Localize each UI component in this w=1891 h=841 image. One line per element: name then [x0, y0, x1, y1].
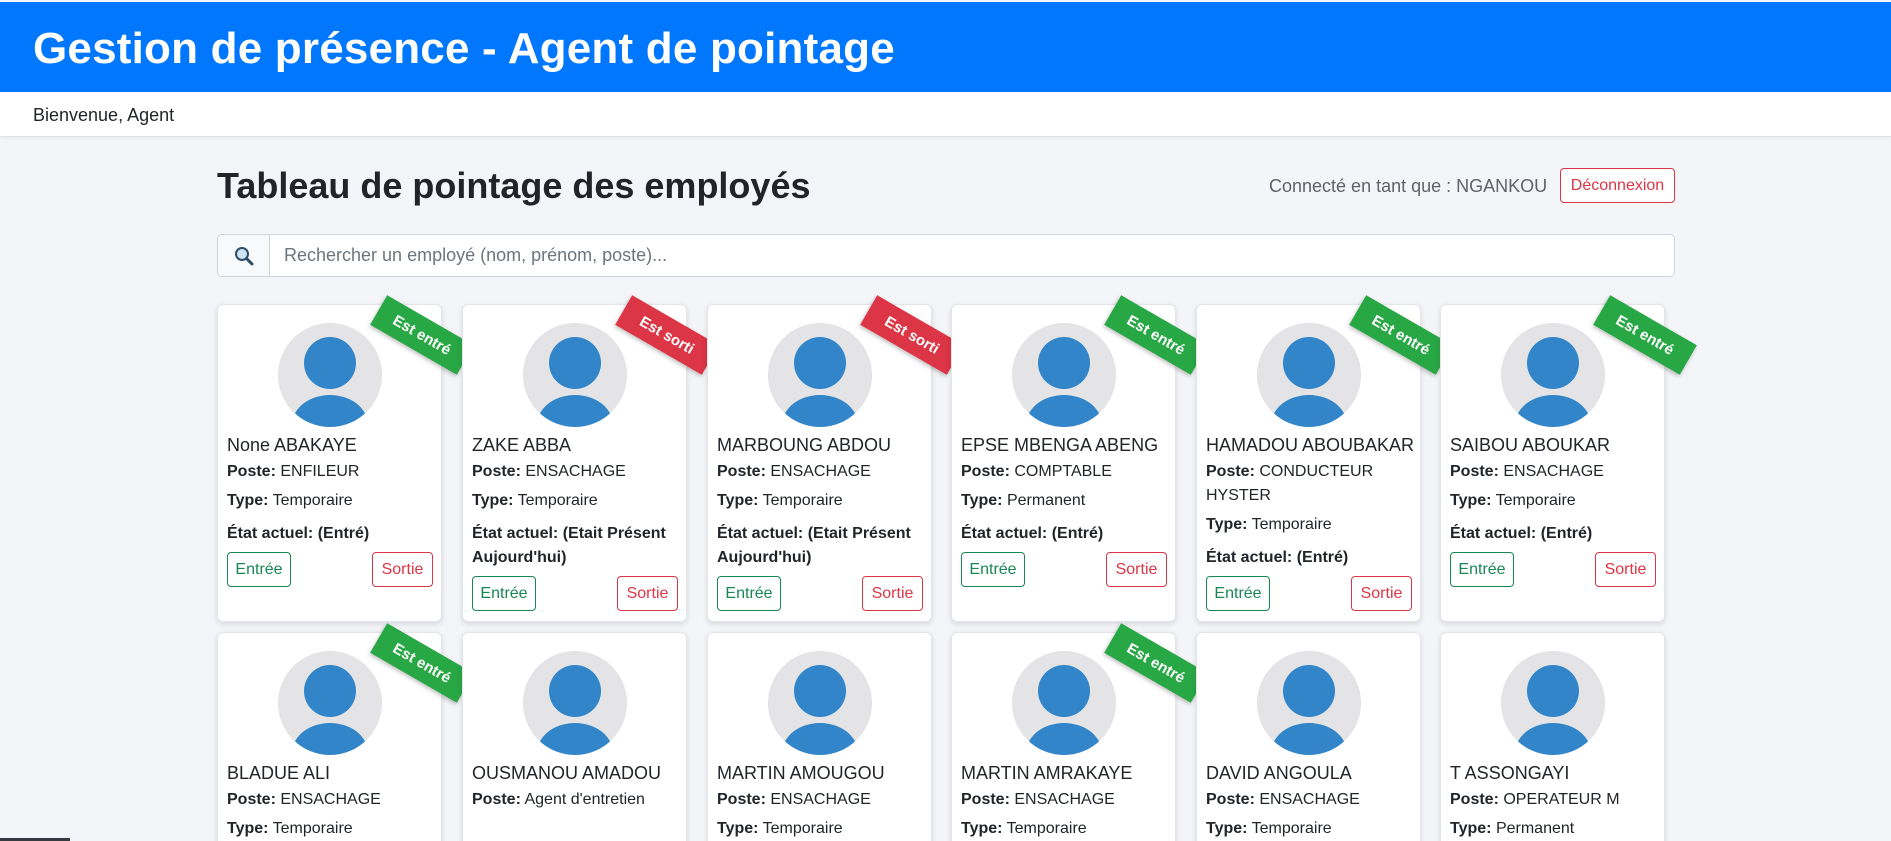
employee-poste: Poste: ENSACHAGE	[717, 463, 871, 480]
employee-poste: Poste: ENSACHAGE	[472, 463, 626, 480]
user-avatar-icon	[768, 323, 872, 427]
app-header: Gestion de présence - Agent de pointage	[0, 2, 1891, 92]
employee-type: Type: Temporaire	[227, 820, 353, 837]
employee-name: SAIBOU ABOUKAR	[1450, 435, 1611, 455]
app-title: Gestion de présence - Agent de pointage	[33, 24, 895, 73]
employee-poste: Poste: ENFILEUR	[227, 463, 360, 480]
employee-card: Est entré HAMADOU ABOUBAKAR Poste: CONDUCT…	[1196, 295, 1453, 622]
user-avatar-icon	[278, 323, 382, 427]
status-badge: Est entré	[1104, 295, 1208, 375]
employee-card: Est sorti ZAKE ABBA Poste: ENSACHAGE Type: …	[462, 295, 719, 622]
entree-button[interactable]: Entrée	[1450, 552, 1514, 587]
logout-button[interactable]: Déconnexion	[1560, 168, 1675, 203]
employee-name: ZAKE ABBA	[472, 435, 572, 455]
employee-type: Type: Temporaire	[1206, 516, 1332, 533]
employee-type: Type: Temporaire	[227, 492, 353, 509]
status-badge: Est entré	[1349, 295, 1453, 375]
employee-card: Est entré None ABAKAYE Poste: ENFILEUR Type…	[217, 295, 474, 622]
employee-poste: Poste: CONDUCTEUR HYSTER	[1206, 463, 1374, 504]
sortie-button[interactable]: Sortie	[617, 576, 678, 611]
employee-name: MARTIN AMRAKAYE	[961, 763, 1133, 783]
entree-button[interactable]: Entrée	[717, 576, 781, 611]
status-badge: Est entré	[1104, 623, 1208, 703]
user-avatar-icon	[1012, 323, 1116, 427]
employee-etat: État actuel: (Etait Présent Aujourd'hui)	[472, 525, 666, 566]
employee-card: MARTIN AMOUGOU Poste: ENSACHAGE Type: Temp…	[707, 632, 932, 841]
sortie-button[interactable]: Sortie	[1106, 552, 1167, 587]
user-avatar-icon	[278, 651, 382, 755]
employee-poste: Poste: ENSACHAGE	[1206, 791, 1360, 808]
search-icon	[218, 235, 270, 276]
employee-poste: Poste: ENSACHAGE	[227, 791, 381, 808]
user-avatar-icon	[1257, 651, 1361, 755]
employee-etat: État actuel: (Entré)	[961, 525, 1104, 542]
employee-etat: État actuel: (Entré)	[227, 525, 370, 542]
employee-poste: Poste: OPERATEUR M	[1450, 791, 1620, 808]
connected-user-label: Connecté en tant que : NGANKOU	[1269, 176, 1548, 196]
employee-card: DAVID ANGOULA Poste: ENSACHAGE Type: Tempo…	[1196, 632, 1421, 841]
user-avatar-icon	[523, 651, 627, 755]
employee-name: BLADUE ALI	[227, 763, 331, 783]
sortie-button[interactable]: Sortie	[862, 576, 923, 611]
search-input[interactable]	[270, 235, 1674, 276]
employee-type: Type: Temporaire	[961, 820, 1087, 837]
employee-type: Type: Temporaire	[1450, 492, 1576, 509]
sortie-button[interactable]: Sortie	[1595, 552, 1656, 587]
welcome-text: Bienvenue, Agent	[33, 105, 175, 125]
status-badge: Est entré	[1593, 295, 1697, 375]
employee-type: Type: Temporaire	[717, 820, 843, 837]
employee-name: DAVID ANGOULA	[1206, 763, 1352, 783]
employee-card: OUSMANOU AMADOUPoste: Agent d'entretienT…	[462, 632, 687, 841]
employee-poste: Poste: ENSACHAGE	[961, 791, 1115, 808]
employee-type: Type: Permanent	[961, 492, 1086, 509]
employee-name: OUSMANOU AMADOU	[472, 763, 662, 783]
employee-card: Est entré BLADUE ALI Poste: ENSACHAGE Type:…	[217, 623, 474, 841]
employee-card: Est entré SAIBOU ABOUKAR Poste: ENSACHAGE T…	[1440, 295, 1697, 622]
employee-card: Est entré MARTIN AMRAKAYE Poste: ENSACHAGE…	[951, 623, 1208, 841]
user-avatar-icon	[768, 651, 872, 755]
employee-name: MARBOUNG ABDOU	[717, 435, 892, 455]
employee-etat: État actuel: (Etait Présent Aujourd'hui)	[717, 525, 911, 566]
employee-name: T ASSONGAYI	[1450, 763, 1570, 783]
employee-card: Est sorti MARBOUNG ABDOU Poste: ENSACHAGE T…	[707, 295, 964, 622]
status-badge: Est entré	[370, 295, 474, 375]
employee-etat: État actuel: (Entré)	[1450, 525, 1593, 542]
employee-card: Est entré EPSE MBENGA ABENG Poste: COMPTAB…	[951, 295, 1208, 622]
employee-poste: Poste: COMPTABLE	[961, 463, 1112, 480]
employee-name: None ABAKAYE	[227, 435, 357, 455]
employee-name: MARTIN AMOUGOU	[717, 763, 885, 783]
user-avatar-icon	[1501, 651, 1605, 755]
entree-button[interactable]: Entrée	[1206, 576, 1270, 611]
status-badge: Est entré	[370, 623, 474, 703]
employee-poste: Poste: ENSACHAGE	[717, 791, 871, 808]
entree-button[interactable]: Entrée	[227, 552, 291, 587]
user-avatar-icon	[1501, 323, 1605, 427]
employee-type: Type: Permanent	[1450, 820, 1575, 837]
entree-button[interactable]: Entrée	[961, 552, 1025, 587]
employee-poste: Poste: ENSACHAGE	[1450, 463, 1604, 480]
search-bar	[217, 234, 1675, 277]
sortie-button[interactable]: Sortie	[372, 552, 433, 587]
entree-button[interactable]: Entrée	[472, 576, 536, 611]
employee-card: T ASSONGAYI Poste: OPERATEUR M Type: Perma…	[1440, 632, 1665, 841]
welcome-bar: Bienvenue, Agent	[0, 92, 1891, 137]
user-avatar-icon	[1012, 651, 1116, 755]
employee-etat: État actuel: (Entré)	[1206, 549, 1349, 566]
employee-type: Type: Temporaire	[472, 492, 598, 509]
sortie-button[interactable]: Sortie	[1351, 576, 1412, 611]
employee-name: HAMADOU ABOUBAKAR	[1206, 435, 1415, 455]
employee-type: Type: Temporaire	[717, 492, 843, 509]
status-badge: Est sorti	[860, 295, 964, 375]
status-badge: Est sorti	[615, 295, 719, 375]
user-avatar-icon	[523, 323, 627, 427]
user-avatar-icon	[1257, 323, 1361, 427]
employee-type: Type: Temporaire	[1206, 820, 1332, 837]
page-title: Tableau de pointage des employés	[217, 165, 811, 206]
employee-poste: Poste: Agent d'entretien	[472, 791, 645, 808]
employee-name: EPSE MBENGA ABENG	[961, 435, 1159, 455]
